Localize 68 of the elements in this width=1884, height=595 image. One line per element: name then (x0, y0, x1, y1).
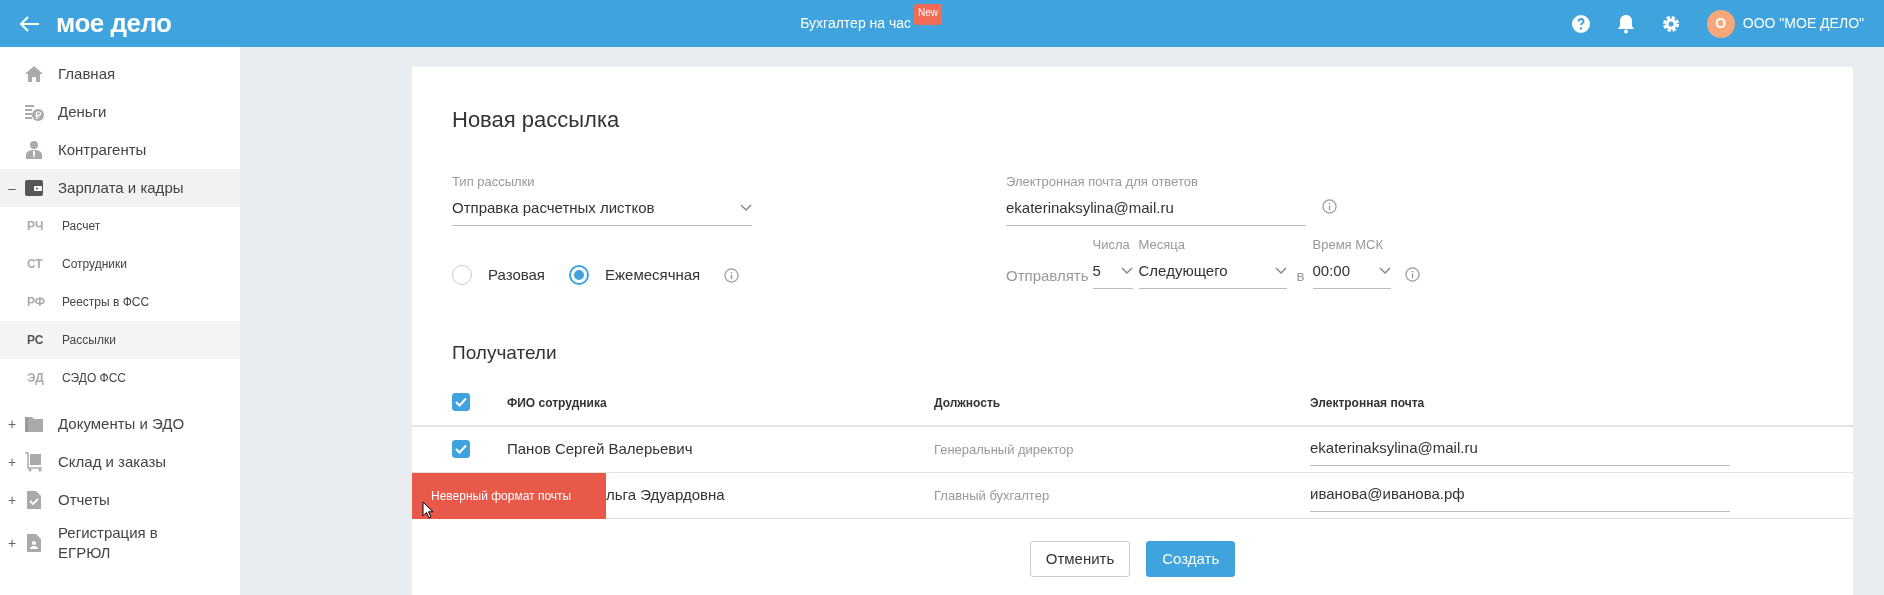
sidebar-item[interactable]: Деньги (0, 93, 240, 131)
radio-option[interactable]: Ежемесячная (569, 263, 701, 287)
error-tooltip: Неверный формат почты (412, 472, 606, 519)
sidebar-subitem[interactable]: ЭД СЭДО ФСС (0, 359, 240, 397)
person-icon (24, 140, 44, 160)
job-title: Генеральный директор (934, 441, 1074, 457)
column-header: Должность (934, 395, 1001, 410)
employee-name: Панов Сергей Валерьевич (507, 439, 693, 457)
coins-icon (24, 102, 44, 122)
sidebar-item[interactable]: + Регистрация в ЕГРЮЛ (0, 519, 240, 568)
help-icon[interactable] (1570, 13, 1591, 34)
employee-name: льга Эдуардовна (606, 485, 725, 503)
email-field[interactable]: ekaterinaksylina@mail.ru (1310, 432, 1730, 466)
column-header: Электронная почта (1310, 395, 1425, 410)
dropdown[interactable]: Следующего (1138, 254, 1287, 289)
cart-icon (24, 452, 44, 472)
back-arrow-icon[interactable] (20, 15, 40, 32)
home-icon (24, 64, 44, 84)
expander-icon[interactable]: – (8, 179, 16, 196)
sidebar-subitem[interactable]: РЧ Расчет (0, 207, 240, 245)
expander-icon[interactable]: + (8, 534, 17, 551)
expander-icon[interactable]: + (8, 415, 17, 432)
sidebar-item[interactable]: Главная (0, 55, 240, 93)
expander-icon[interactable]: + (8, 491, 17, 508)
select-all-checkbox[interactable] (452, 393, 470, 411)
chevron-down-icon (1274, 267, 1287, 275)
dropdown[interactable]: Отправка расчетных листков (452, 191, 752, 226)
field-label: Время МСК (1312, 236, 1384, 254)
bell-icon[interactable] (1616, 13, 1635, 34)
radio-option[interactable]: Разовая (452, 263, 545, 287)
chevron-down-icon (740, 204, 752, 212)
dropdown[interactable]: 00:00 (1312, 254, 1391, 289)
info-icon[interactable] (1322, 198, 1337, 214)
dropdown[interactable]: 5 (1092, 254, 1133, 289)
job-title: Главный бухгалтер (934, 487, 1050, 503)
sidebar-subitem[interactable]: РС Рассылки (0, 321, 240, 359)
sidebar-item[interactable]: + Отчеты (0, 481, 240, 519)
sidebar-item[interactable]: + Склад и заказы (0, 443, 240, 481)
at-label: в (1296, 265, 1305, 286)
wallet-icon (24, 178, 44, 198)
sidebar-item[interactable]: Контрагенты (0, 131, 240, 169)
field-label: Тип рассылки (452, 173, 536, 191)
sidebar-subitem[interactable]: СТ Сотрудники (0, 245, 240, 283)
info-icon[interactable] (1404, 266, 1420, 282)
section-title: Получатели (451, 340, 558, 365)
settings-icon[interactable] (1660, 13, 1681, 34)
chevron-down-icon (1378, 267, 1391, 275)
sidebar-subitem[interactable]: РФ Реестры в ФСС (0, 283, 240, 321)
cancel-button[interactable]: Отменить (1029, 540, 1131, 577)
info-icon[interactable] (724, 267, 740, 283)
document-person-icon (24, 533, 44, 554)
document-check-icon (24, 490, 44, 510)
field-label: Электронная почта для ответов (1006, 173, 1199, 191)
row-checkbox[interactable] (452, 439, 470, 458)
sidebar-item[interactable]: + Документы и ЭДО (0, 405, 240, 443)
sidebar-item[interactable]: – Зарплата и кадры (0, 169, 240, 207)
expander-icon[interactable]: + (8, 453, 17, 470)
cursor-icon (422, 500, 434, 519)
page-title: Новая рассылка (451, 106, 621, 134)
email-field[interactable]: иванова@иванова.рф (1310, 478, 1730, 512)
send-label: Отправлять (1006, 265, 1089, 286)
chevron-down-icon (1120, 267, 1133, 275)
column-header: ФИО сотрудника (507, 395, 607, 410)
input-field[interactable]: ekaterinaksylina@mail.ru (1006, 191, 1306, 226)
new-badge: New (914, 4, 943, 25)
field-label: Месяца (1138, 236, 1186, 254)
folder-icon (24, 414, 44, 434)
field-label: Числа (1092, 236, 1131, 254)
